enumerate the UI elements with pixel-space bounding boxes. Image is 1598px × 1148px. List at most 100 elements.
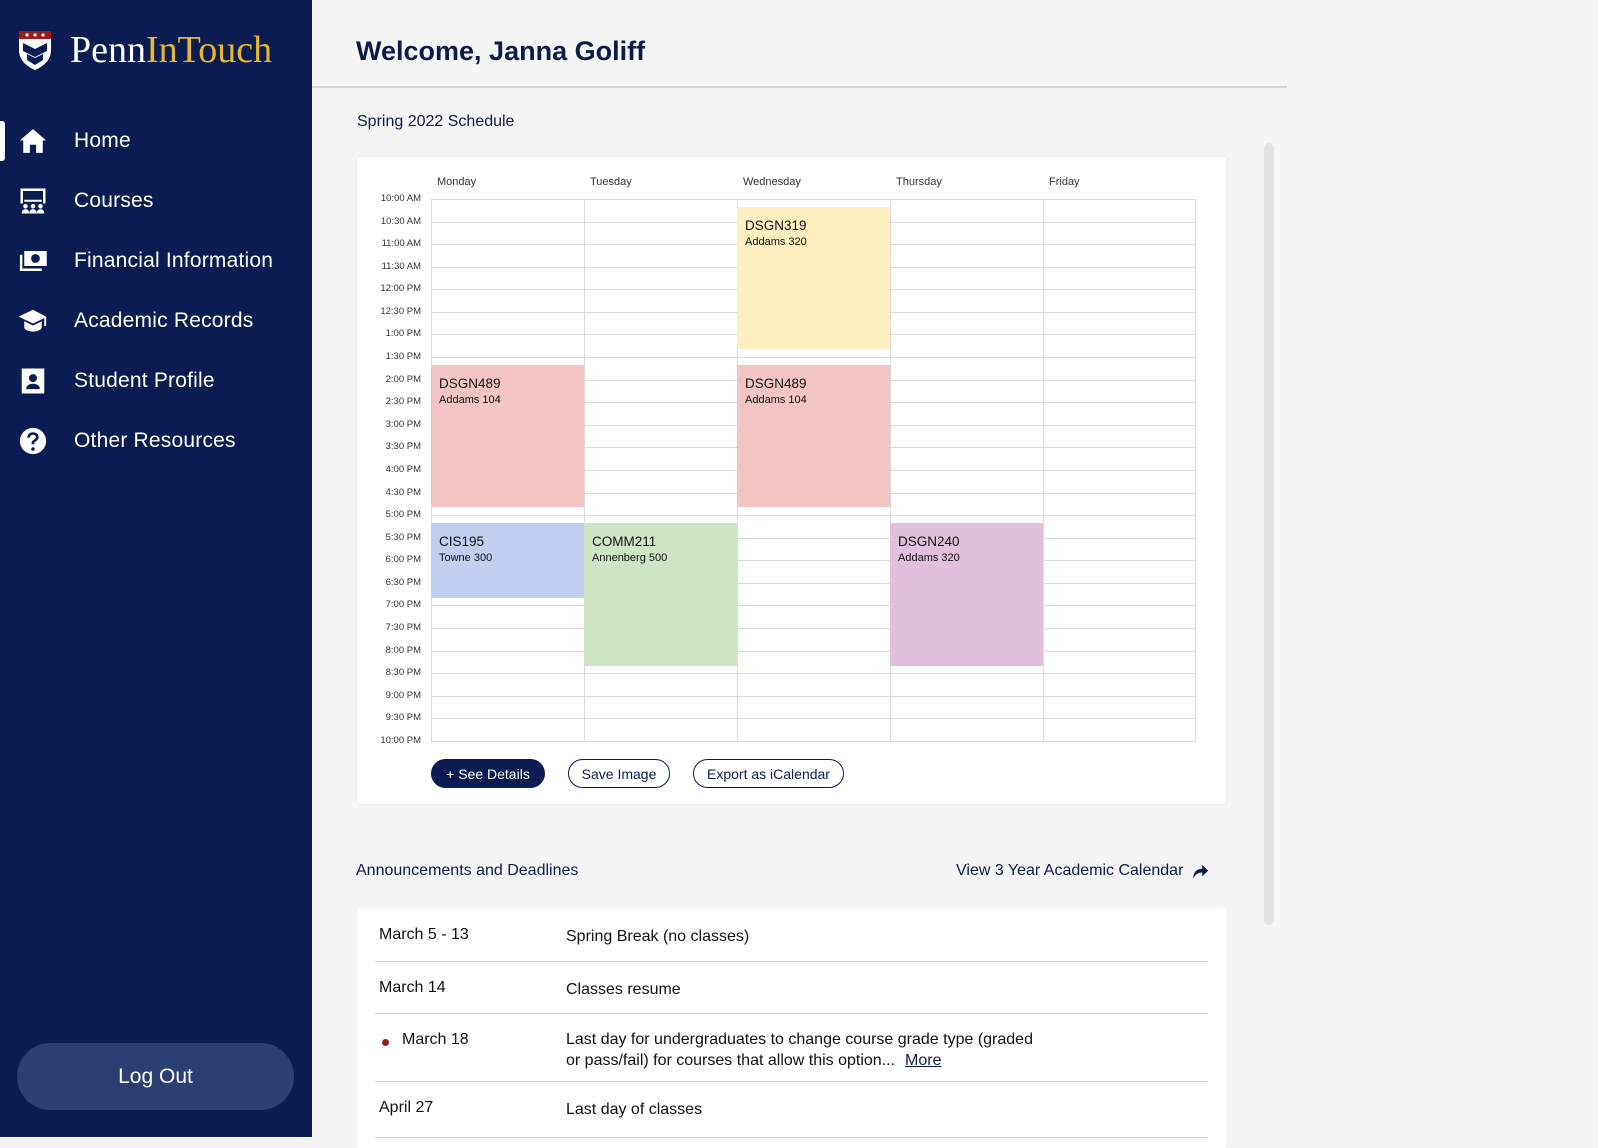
schedule-grid: DSGN319 Addams 320 DSGN489 Addams 104 DSGN48… [431, 199, 1196, 742]
time-label: 7:30 PM [385, 622, 421, 634]
time-label: 2:30 PM [385, 396, 421, 408]
header-divider [312, 86, 1287, 88]
sidebar-item-label: Academic Records [74, 309, 254, 332]
time-label: 12:00 PM [380, 283, 421, 295]
list-item: March 5 - 13 Spring Break (no classes) [375, 908, 1208, 962]
course-block-dsgn240[interactable]: DSGN240 Addams 320 [890, 522, 1043, 666]
day-header-wednesday: Wednesday [743, 176, 801, 188]
grid-row-line [431, 673, 1196, 675]
grid-row-line [431, 740, 1196, 742]
external-link-icon [1193, 865, 1209, 879]
sidebar-item-label: Financial Information [74, 249, 274, 272]
grid-row-line [431, 357, 1196, 359]
main-content: Welcome, Janna Goliff Spring 2022 Schedu… [312, 0, 1598, 1148]
grid-row-line [431, 650, 1196, 652]
time-label: 3:00 PM [385, 418, 421, 430]
announcement-text-line: or pass/fail) for courses that allow thi… [566, 1050, 1033, 1071]
course-block-dsgn489[interactable]: DSGN489 Addams 104 [737, 364, 890, 508]
sidebar-item-label: Other Resources [74, 429, 236, 452]
announcement-text-line: Last day for undergraduates to change co… [566, 1031, 1033, 1048]
graduation-cap-icon [17, 305, 49, 337]
export-icalendar-button[interactable]: Export as iCalendar [693, 759, 844, 788]
day-header-thursday: Thursday [896, 176, 942, 188]
announcement-date: March 5 - 13 [379, 926, 469, 943]
grid-row-line [431, 515, 1196, 517]
course-code: CIS195 [439, 533, 485, 549]
help-circle-icon [17, 425, 49, 457]
course-room: Towne 300 [439, 551, 493, 564]
sidebar-nav: Home Courses Financial Information Acade… [0, 111, 312, 471]
announcement-text: Spring Break (no classes) [566, 928, 750, 945]
home-icon [17, 125, 49, 157]
sidebar-item-label: Home [74, 129, 131, 152]
time-label: 9:00 PM [385, 689, 421, 701]
announcement-text: Last day for undergraduates to change co… [566, 1029, 1033, 1071]
time-label: 10:30 AM [380, 215, 421, 227]
course-code: DSGN319 [745, 217, 807, 233]
time-label: 5:30 PM [385, 531, 421, 543]
logout-button[interactable]: Log Out [17, 1043, 294, 1110]
time-label: 10:00 PM [380, 734, 421, 746]
sidebar-item-courses[interactable]: Courses [0, 171, 312, 231]
course-code: DSGN240 [898, 533, 960, 549]
page-title: Welcome, Janna Goliff [356, 36, 646, 66]
sidebar-item-academic-records[interactable]: Academic Records [0, 291, 312, 351]
sidebar: PennInTouch Home Courses Financial Infor… [0, 0, 312, 1137]
more-link[interactable]: More [905, 1052, 941, 1069]
time-label: 8:00 PM [385, 644, 421, 656]
id-card-icon [17, 365, 49, 397]
course-block-dsgn319[interactable]: DSGN319 Addams 320 [737, 206, 890, 350]
sidebar-item-home[interactable]: Home [0, 111, 312, 171]
grid-row-line [431, 199, 1196, 200]
time-label: 8:30 PM [385, 667, 421, 679]
time-label: 7:00 PM [385, 599, 421, 611]
schedule-card: Monday Tuesday Wednesday Thursday Friday 10:… [357, 157, 1226, 804]
course-room: Addams 104 [439, 393, 501, 406]
list-item: April 27 Last day of classes [375, 1082, 1208, 1138]
time-label: 4:00 PM [385, 463, 421, 475]
announcement-text: Last day of classes [566, 1101, 703, 1118]
grid-column-line [1195, 199, 1196, 741]
list-item: March 18 Last day for undergraduates to … [375, 1014, 1208, 1082]
academic-calendar-link[interactable]: View 3 Year Academic Calendar [956, 862, 1209, 880]
course-block-comm211[interactable]: COMM211 Annenberg 500 [584, 522, 737, 666]
see-details-button[interactable]: + See Details [431, 759, 545, 788]
course-room: Annenberg 500 [592, 551, 668, 564]
announcement-date: March 18 [402, 1031, 469, 1048]
course-room: Addams 320 [745, 235, 807, 248]
list-item: March 14 Classes resume [375, 962, 1208, 1014]
time-label: 1:30 PM [385, 351, 421, 363]
course-block-dsgn489[interactable]: DSGN489 Addams 104 [431, 364, 584, 508]
announcement-text-line-2: or pass/fail) for courses that allow thi… [566, 1052, 896, 1069]
sidebar-item-financial-information[interactable]: Financial Information [0, 231, 312, 291]
scrollbar-thumb[interactable] [1264, 143, 1274, 925]
course-code: COMM211 [592, 533, 657, 549]
penn-shield-icon [19, 31, 51, 70]
time-label: 1:00 PM [385, 328, 421, 340]
announcement-date: March 14 [379, 979, 446, 996]
time-label: 6:00 PM [385, 554, 421, 566]
save-image-button[interactable]: Save Image [568, 759, 670, 788]
logo-wordmark: PennInTouch [70, 30, 272, 70]
time-label: 2:00 PM [385, 373, 421, 385]
grid-column-line [1043, 199, 1044, 741]
day-header-friday: Friday [1049, 176, 1080, 188]
grid-row-line [431, 628, 1196, 630]
course-room: Addams 104 [745, 393, 807, 406]
schedule-title: Spring 2022 Schedule [357, 113, 515, 130]
announcement-date: April 27 [379, 1099, 434, 1116]
flag-dot [382, 1039, 389, 1046]
time-label: 10:00 AM [380, 193, 421, 204]
logo[interactable]: PennInTouch [18, 30, 272, 70]
sidebar-item-student-profile[interactable]: Student Profile [0, 351, 312, 411]
announcement-text: Classes resume [566, 981, 681, 998]
time-label: 12:30 PM [380, 305, 421, 317]
announcements-title: Announcements and Deadlines [356, 862, 579, 879]
time-label: 4:30 PM [385, 486, 421, 498]
time-label: 3:30 PM [385, 441, 421, 453]
sidebar-item-other-resources[interactable]: Other Resources [0, 411, 312, 471]
time-label: 5:00 PM [385, 509, 421, 521]
grid-row-line [431, 718, 1196, 720]
course-block-cis195[interactable]: CIS195 Towne 300 [431, 522, 584, 598]
course-code: DSGN489 [745, 375, 807, 391]
